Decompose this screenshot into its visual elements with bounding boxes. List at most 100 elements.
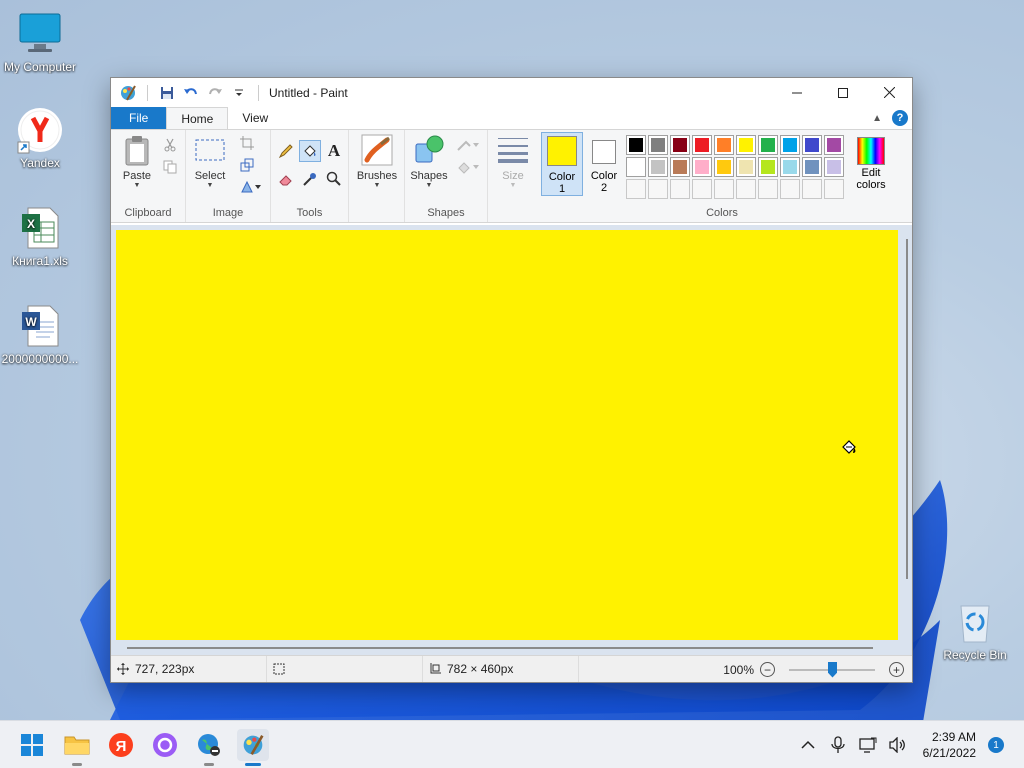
desktop-icon-yandex[interactable]: Yandex [0,106,80,170]
desktop-icon-excel-file[interactable]: X Книга1.xls [0,204,80,268]
clipboard-group: Paste ▼ Clipboard [111,130,186,222]
color-swatch[interactable] [714,179,734,199]
color-swatch[interactable] [692,135,712,155]
crop-icon[interactable] [238,134,256,152]
color-swatch[interactable] [626,135,646,155]
color-swatch[interactable] [626,179,646,199]
help-icon[interactable]: ? [892,110,908,126]
zoom-in-button[interactable]: + [889,662,904,677]
color-swatch[interactable] [692,157,712,177]
save-icon[interactable] [158,84,176,102]
rotate-icon[interactable] [238,178,264,196]
color-swatch[interactable] [670,135,690,155]
desktop-icon-my-computer[interactable]: My Computer [0,10,80,74]
zoom-slider[interactable] [789,661,875,678]
toolbar-separator [258,84,259,101]
network-icon[interactable] [857,734,879,756]
color-swatch[interactable] [670,179,690,199]
microphone-icon[interactable] [827,734,849,756]
fill-bucket-icon[interactable] [299,140,321,162]
color-swatch[interactable] [758,179,778,199]
color-swatch[interactable] [714,157,734,177]
yandex-taskbar-button[interactable]: Я [105,729,137,761]
ribbon: Paste ▼ Clipboard Select ▼ Image A Tools… [111,129,912,223]
color1-button[interactable]: Color 1 [541,132,583,196]
select-button[interactable]: Select ▼ [192,134,228,190]
maximize-button[interactable] [820,78,866,107]
volume-icon[interactable] [887,734,909,756]
horizontal-scrollbar[interactable] [127,647,873,649]
color-swatch[interactable] [692,179,712,199]
browser-taskbar-button[interactable] [193,729,225,766]
vertical-scrollbar[interactable] [906,239,908,579]
brushes-button[interactable]: Brushes ▼ [355,134,399,190]
ribbon-tabs: File Home View ▲ ? [111,107,912,129]
group-label: Image [212,207,244,219]
notification-badge[interactable]: 1 [988,737,1004,753]
edit-colors-button[interactable]: Edit colors [849,132,893,196]
customize-toolbar-icon[interactable] [230,84,248,102]
pencil-icon[interactable] [277,142,295,160]
copy-icon[interactable] [161,158,179,176]
paint-app-icon[interactable] [119,84,137,102]
color-swatch[interactable] [648,135,668,155]
close-button[interactable] [866,78,912,107]
show-hidden-icons-icon[interactable] [797,734,819,756]
desktop-icon-recycle-bin[interactable]: Recycle Bin [935,598,1015,662]
redo-icon[interactable] [206,84,224,102]
canvas-size: 782 × 460px [423,656,579,682]
svg-text:X: X [27,217,35,231]
color-swatch[interactable] [758,157,778,177]
color-swatch[interactable] [780,157,800,177]
shapes-button[interactable]: Shapes ▼ [409,134,449,190]
zoom-slider-thumb[interactable] [828,661,837,678]
window-controls [774,78,912,107]
color-swatch[interactable] [824,157,844,177]
start-button[interactable] [16,729,48,761]
desktop-icon-word-file[interactable]: W 2000000000... [0,302,80,366]
minimize-button[interactable] [774,78,820,107]
color2-number: 2 [600,182,608,194]
color-swatch[interactable] [626,157,646,177]
minimize-ribbon-icon[interactable]: ▲ [872,113,882,124]
window-title: Untitled - Paint [269,85,348,100]
color-swatch[interactable] [802,157,822,177]
zoom-out-button[interactable]: − [760,662,775,677]
color-picker-icon[interactable] [301,170,319,188]
color-swatch[interactable] [824,179,844,199]
color-swatch[interactable] [758,135,778,155]
color-swatch[interactable] [802,179,822,199]
color-swatch[interactable] [736,157,756,177]
color-swatch[interactable] [670,157,690,177]
clock[interactable]: 2:39 AM 6/21/2022 [923,729,976,761]
magnifier-icon[interactable] [325,170,343,188]
color-swatch[interactable] [736,135,756,155]
color-swatch[interactable] [802,135,822,155]
text-icon[interactable]: A [325,141,343,160]
cut-icon[interactable] [161,136,179,154]
file-explorer-button[interactable] [61,729,93,766]
tab-file[interactable]: File [111,107,167,129]
color-swatch[interactable] [648,157,668,177]
alice-assistant-button[interactable] [149,729,181,761]
tab-home[interactable]: Home [166,107,229,129]
undo-icon[interactable] [182,84,200,102]
fill-icon[interactable] [455,158,481,176]
taskbar: Я 2:39 AM 6/21/2022 1 [0,720,1024,768]
color-swatch[interactable] [780,135,800,155]
color-swatch[interactable] [648,179,668,199]
paint-taskbar-button[interactable] [237,729,269,766]
color-swatch[interactable] [780,179,800,199]
color-swatch[interactable] [736,179,756,199]
drawing-canvas[interactable] [116,230,898,640]
title-bar[interactable]: Untitled - Paint [111,78,912,107]
color-swatch[interactable] [714,135,734,155]
color2-button[interactable]: Color 2 [585,132,623,196]
resize-icon[interactable] [238,156,256,174]
outline-icon[interactable] [455,136,481,154]
paste-button[interactable]: Paste ▼ [119,134,155,190]
size-button[interactable]: Size ▼ [495,134,531,190]
eraser-icon[interactable] [277,170,295,188]
color-swatch[interactable] [824,135,844,155]
tab-view[interactable]: View [228,107,282,129]
